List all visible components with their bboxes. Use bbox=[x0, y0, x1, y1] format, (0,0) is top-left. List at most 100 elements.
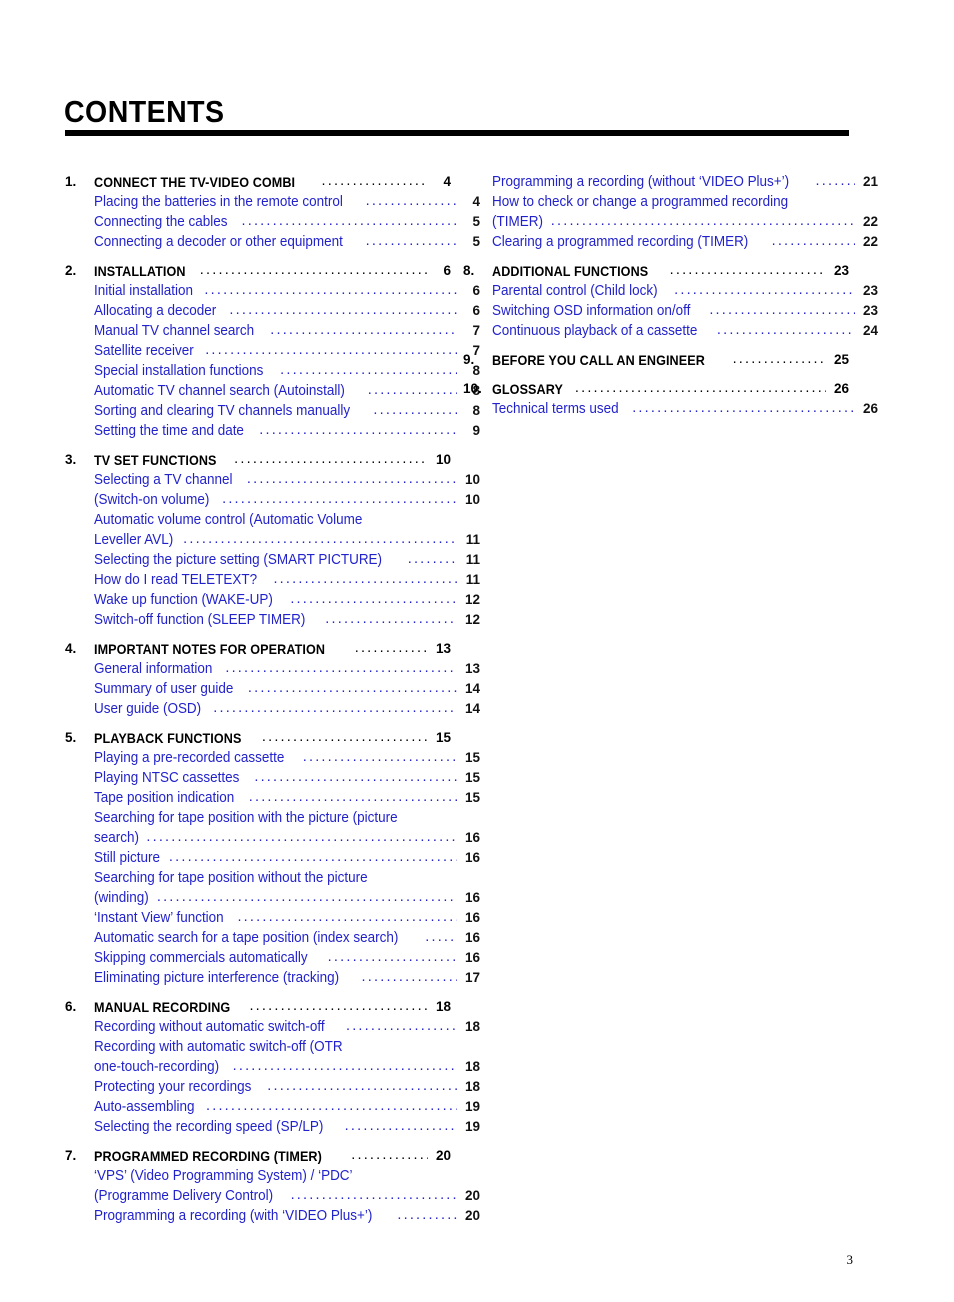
page-reference: 14 bbox=[464, 681, 480, 696]
toc-entry[interactable]: Wake up function (WAKE-UP)..............… bbox=[65, 590, 480, 610]
toc-entry[interactable]: (winding)...............................… bbox=[65, 888, 480, 908]
entry-body: Switching OSD information on/off........… bbox=[492, 301, 878, 321]
toc-entry[interactable]: General information.....................… bbox=[65, 659, 480, 679]
dot-leader: ........................................… bbox=[327, 949, 457, 965]
toc-entry[interactable]: Still picture...........................… bbox=[65, 848, 480, 868]
entry-label: search) bbox=[94, 830, 139, 846]
entry-body: Eliminating picture interference (tracki… bbox=[94, 968, 480, 988]
dot-leader: ........................................… bbox=[270, 322, 457, 338]
entry-label: Allocating a decoder bbox=[94, 303, 217, 319]
toc-entry[interactable]: Selecting the picture setting (SMART PIC… bbox=[65, 550, 480, 570]
dot-leader: ........................................… bbox=[232, 1058, 457, 1074]
toc-entry[interactable]: Auto-assembling.........................… bbox=[65, 1097, 480, 1117]
toc-section-heading[interactable]: 1. CONNECT THE TV-VIDEO COMBI............… bbox=[65, 172, 451, 192]
toc-entry[interactable]: Recording without automatic switch-off..… bbox=[65, 1017, 480, 1037]
entry-label: Tape position indication bbox=[94, 790, 235, 806]
toc-entry[interactable]: (Switch-on volume)......................… bbox=[65, 490, 480, 510]
toc-entry[interactable]: Placing the batteries in the remote cont… bbox=[65, 192, 480, 212]
page-reference: 15 bbox=[435, 730, 451, 745]
entry-label: Programming a recording (with ‘VIDEO Plu… bbox=[94, 1208, 373, 1224]
toc-entry[interactable]: Programming a recording (with ‘VIDEO Plu… bbox=[65, 1206, 480, 1226]
entry-body: Searching for tape position without the … bbox=[94, 868, 480, 888]
dot-leader: ........................................… bbox=[248, 789, 457, 805]
toc-entry[interactable]: Connecting a decoder or other equipment.… bbox=[65, 232, 480, 252]
toc-entry[interactable]: Protecting your recordings..............… bbox=[65, 1077, 480, 1097]
toc-section-heading[interactable]: 3. TV SET FUNCTIONS......................… bbox=[65, 450, 451, 470]
entry-body: (winding)...............................… bbox=[94, 888, 480, 908]
toc-entry[interactable]: How to check or change a programmed reco… bbox=[463, 192, 878, 212]
toc-section-heading[interactable]: 8. ADDITIONAL FUNCTIONS..................… bbox=[463, 261, 849, 281]
toc-entry[interactable]: Playing NTSC cassettes..................… bbox=[65, 768, 480, 788]
entry-body: Selecting a TV channel..................… bbox=[94, 470, 480, 490]
page-reference: 18 bbox=[464, 1079, 480, 1094]
toc-entry[interactable]: Automatic TV channel search (Autoinstall… bbox=[65, 381, 480, 401]
toc-entry[interactable]: Summary of user guide...................… bbox=[65, 679, 480, 699]
toc-entry[interactable]: Selecting the recording speed (SP/LP)...… bbox=[65, 1117, 480, 1137]
toc-section-heading[interactable]: 7. PROGRAMMED RECORDING (TIMER)..........… bbox=[65, 1146, 451, 1166]
toc-entry[interactable]: Manual TV channel search................… bbox=[65, 321, 480, 341]
toc-entry[interactable]: ‘VPS’ (Video Programming System) / ‘PDC’… bbox=[65, 1166, 480, 1186]
toc-entry[interactable]: User guide (OSD)........................… bbox=[65, 699, 480, 719]
toc-entry[interactable]: Automatic volume control (Automatic Volu… bbox=[65, 510, 480, 530]
toc-entry[interactable]: Searching for tape position without the … bbox=[65, 868, 480, 888]
toc-entry[interactable]: (Programme Delivery Control)............… bbox=[65, 1186, 480, 1206]
toc-entry[interactable]: one-touch-recording)....................… bbox=[65, 1057, 480, 1077]
toc-entry[interactable]: search).................................… bbox=[65, 828, 480, 848]
toc-section-heading[interactable]: 4. IMPORTANT NOTES FOR OPERATION.........… bbox=[65, 639, 451, 659]
toc-entry[interactable]: Technical terms used....................… bbox=[463, 399, 878, 419]
entry-label: Switching OSD information on/off bbox=[492, 303, 691, 319]
entry-label: Playing NTSC cassettes bbox=[94, 770, 240, 786]
toc-entry[interactable]: Connecting the cables...................… bbox=[65, 212, 480, 232]
toc-entry[interactable]: Recording with automatic switch-off (OTR… bbox=[65, 1037, 480, 1057]
entry-body: ‘Instant View’ function.................… bbox=[94, 908, 480, 928]
entry-label: Technical terms used bbox=[492, 401, 619, 417]
toc-entry[interactable]: Continuous playback of a cassette.......… bbox=[463, 321, 878, 341]
toc-entry[interactable]: Initial installation....................… bbox=[65, 281, 480, 301]
dot-leader: ........................................… bbox=[709, 302, 855, 318]
dot-leader: ........................................… bbox=[365, 233, 457, 249]
toc-entry[interactable]: Setting the time and date...............… bbox=[65, 421, 480, 441]
page-reference: 23 bbox=[862, 303, 878, 318]
toc-entry[interactable]: Leveller AVL)...........................… bbox=[65, 530, 480, 550]
toc-entry[interactable]: Automatic search for a tape position (in… bbox=[65, 928, 480, 948]
page-reference: 18 bbox=[435, 999, 451, 1014]
toc-entry[interactable]: Tape position indication................… bbox=[65, 788, 480, 808]
dot-leader: ........................................… bbox=[397, 1207, 457, 1223]
entry-label: one-touch-recording) bbox=[94, 1059, 220, 1075]
toc-section-heading[interactable]: 2. INSTALLATION..........................… bbox=[65, 261, 451, 281]
toc-entry[interactable]: Parental control (Child lock)...........… bbox=[463, 281, 878, 301]
toc-entry[interactable]: Searching for tape position with the pic… bbox=[65, 808, 480, 828]
toc-section-heading[interactable]: 9. BEFORE YOU CALL AN ENGINEER...........… bbox=[463, 350, 849, 370]
toc-entry[interactable]: Switch-off function (SLEEP TIMER).......… bbox=[65, 610, 480, 630]
toc-entry[interactable]: Sorting and clearing TV channels manuall… bbox=[65, 401, 480, 421]
dot-leader: ........................................… bbox=[254, 769, 457, 785]
entry-label: Setting the time and date bbox=[94, 423, 244, 439]
entry-label: Initial installation bbox=[94, 283, 193, 299]
toc-entry[interactable]: Skipping commercials automatically......… bbox=[65, 948, 480, 968]
toc-section-heading[interactable]: 10. GLOSSARY.............................… bbox=[463, 379, 849, 399]
entry-label: Recording without automatic switch-off bbox=[94, 1019, 325, 1035]
toc-entry[interactable]: Switching OSD information on/off........… bbox=[463, 301, 878, 321]
page-reference: 16 bbox=[464, 830, 480, 845]
toc-entry[interactable]: Satellite receiver......................… bbox=[65, 341, 480, 361]
toc-entry[interactable]: How do I read TELETEXT?.................… bbox=[65, 570, 480, 590]
entry-body: PROGRAMMED RECORDING (TIMER)............… bbox=[94, 1146, 451, 1166]
entry-label: Switch-off function (SLEEP TIMER) bbox=[94, 612, 306, 628]
toc-entry[interactable]: ‘Instant View’ function.................… bbox=[65, 908, 480, 928]
toc-entry[interactable]: Programming a recording (without ‘VIDEO … bbox=[463, 172, 878, 192]
toc-section: 4. IMPORTANT NOTES FOR OPERATION.........… bbox=[65, 630, 480, 719]
toc-entry[interactable]: (TIMER).................................… bbox=[463, 212, 878, 232]
toc-entry[interactable]: Eliminating picture interference (tracki… bbox=[65, 968, 480, 988]
dot-leader: ........................................… bbox=[229, 302, 457, 318]
toc-entry[interactable]: Allocating a decoder....................… bbox=[65, 301, 480, 321]
toc-entry[interactable]: Clearing a programmed recording (TIMER).… bbox=[463, 232, 878, 252]
toc-entry[interactable]: Selecting a TV channel..................… bbox=[65, 470, 480, 490]
toc-column-right: Programming a recording (without ‘VIDEO … bbox=[463, 172, 878, 419]
title-divider bbox=[65, 130, 849, 136]
toc-entry[interactable]: Special installation functions..........… bbox=[65, 361, 480, 381]
toc-section: 5. PLAYBACK FUNCTIONS....................… bbox=[65, 719, 480, 988]
toc-section-heading[interactable]: 5. PLAYBACK FUNCTIONS....................… bbox=[65, 728, 451, 748]
section-number: 3. bbox=[65, 452, 77, 467]
toc-entry[interactable]: Playing a pre-recorded cassette.........… bbox=[65, 748, 480, 768]
toc-section-heading[interactable]: 6. MANUAL RECORDING......................… bbox=[65, 997, 451, 1017]
